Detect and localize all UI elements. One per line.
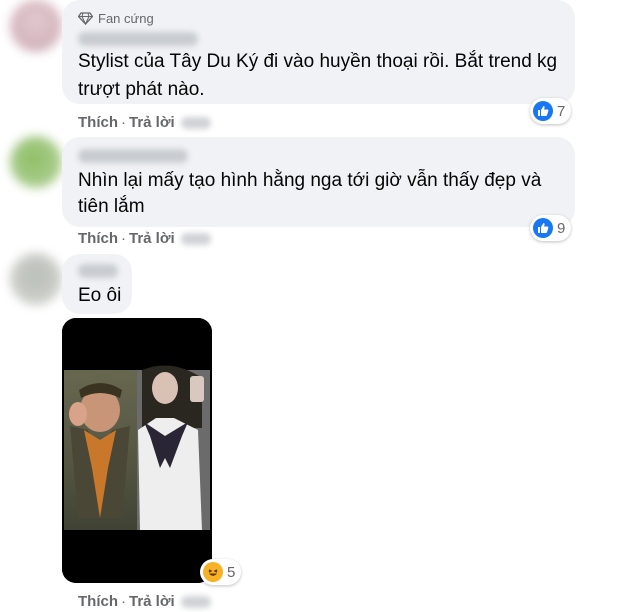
reply-link[interactable]: Trả lời [129,114,175,131]
fan-badge-label: Fan cứng [98,11,154,26]
photo-collage [62,318,212,583]
comment-actions: Thích · Trả lời [78,593,211,610]
avatar[interactable] [10,0,62,52]
comment-text-line: Nhìn lại mấy tạo hình hằng nga tới giờ v… [78,170,542,191]
author-name[interactable] [78,32,198,46]
avatar[interactable] [10,136,62,188]
diamond-icon [78,12,93,25]
comment-text-line: Stylist của Tây Du Ký đi vào huyền thoại… [78,51,558,72]
comment-text-line: tiên lắm [78,196,145,217]
fan-badge: Fan cứng [78,11,154,26]
like-link[interactable]: Thích [78,114,118,131]
timestamp[interactable] [180,596,211,609]
comment-actions: Thích · Trả lời [78,230,211,247]
reaction-summary[interactable]: 5 [200,559,242,585]
reaction-summary[interactable]: 9 [530,215,572,241]
reaction-summary[interactable]: 7 [530,98,572,124]
author-name[interactable] [78,149,188,163]
like-reaction-icon [533,218,553,238]
comment-text-line: Eo ôi [78,285,122,306]
reply-link[interactable]: Trả lời [129,230,175,247]
like-link[interactable]: Thích [78,593,118,610]
reply-link[interactable]: Trả lời [129,593,175,610]
avatar[interactable] [10,253,62,305]
comment-bubble: Eo ôi [62,254,132,314]
timestamp[interactable] [180,233,211,246]
reaction-count: 9 [557,219,566,237]
author-name[interactable] [78,264,118,278]
like-reaction-icon [533,101,553,121]
comment-actions: Thích · Trả lời [78,114,211,131]
reaction-count: 5 [227,563,236,581]
like-link[interactable]: Thích [78,230,118,247]
comment-text-line: trượt phát nào. [78,79,205,100]
reaction-count: 7 [557,102,566,120]
comment-bubble: Fan cứng Stylist của Tây Du Ký đi vào hu… [62,0,575,104]
haha-reaction-icon [203,562,223,582]
comment-bubble: Nhìn lại mấy tạo hình hằng nga tới giờ v… [62,137,575,227]
comment-photo[interactable] [62,318,212,583]
timestamp[interactable] [180,117,211,130]
